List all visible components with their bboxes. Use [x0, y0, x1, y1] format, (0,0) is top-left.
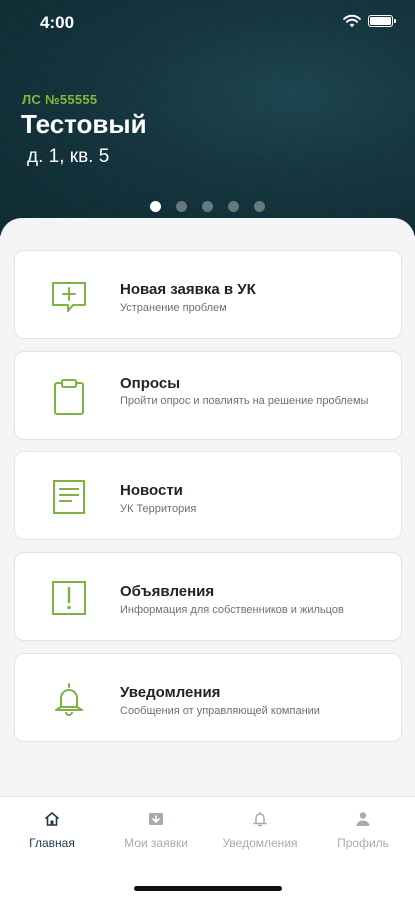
home-indicator[interactable]	[134, 886, 282, 891]
exclamation-icon	[52, 581, 86, 615]
person-icon	[356, 812, 370, 826]
clipboard-icon	[54, 379, 84, 415]
status-bar: 4:00	[0, 0, 415, 46]
header-banner: 4:00 ЛС №55555 Тестовый д. 1, кв. 5	[0, 0, 415, 236]
tab-label: Уведомления	[222, 836, 298, 850]
card-notifications[interactable]: Уведомления Сообщения от управляющей ком…	[14, 653, 402, 742]
page-dot[interactable]	[202, 201, 213, 212]
bell-icon	[253, 811, 267, 827]
new-request-icon	[52, 282, 86, 312]
page-indicator[interactable]	[150, 201, 265, 212]
account-number: ЛС №55555	[22, 92, 98, 107]
card-title: Новости	[120, 482, 183, 499]
card-new-request[interactable]: Новая заявка в УК Устранение проблем	[14, 250, 402, 339]
card-subtitle: Сообщения от управляющей компании	[120, 705, 320, 717]
document-icon	[53, 480, 85, 514]
resident-name: Тестовый	[21, 109, 147, 139]
card-title: Опросы	[120, 375, 181, 392]
bell-icon	[55, 683, 83, 716]
page-dot[interactable]	[254, 201, 265, 212]
card-subtitle: Пройти опрос и повлиять на решение пробл…	[120, 395, 369, 407]
tab-label: Профиль	[337, 836, 389, 850]
card-polls[interactable]: Опросы Пройти опрос и повлиять на решени…	[14, 351, 402, 440]
card-title: Уведомления	[120, 684, 221, 701]
battery-icon	[368, 15, 396, 27]
page-dot[interactable]	[150, 201, 161, 212]
status-time: 4:00	[40, 13, 75, 32]
requests-icon	[149, 813, 163, 825]
tab-label: Мои заявки	[124, 836, 188, 850]
tab-notifications[interactable]: Уведомления	[208, 811, 312, 850]
card-subtitle: Устранение проблем	[120, 302, 227, 314]
card-news[interactable]: Новости УК Территория	[14, 451, 402, 540]
page-dot[interactable]	[228, 201, 239, 212]
card-subtitle: Информация для собственников и жильцов	[120, 604, 344, 616]
card-title: Новая заявка в УК	[120, 281, 256, 298]
card-subtitle: УК Территория	[120, 503, 197, 515]
resident-address: д. 1, кв. 5	[27, 146, 110, 167]
page-dot[interactable]	[176, 201, 187, 212]
tab-my-requests[interactable]: Мои заявки	[104, 811, 208, 850]
wifi-icon	[343, 14, 361, 28]
card-title: Объявления	[120, 583, 215, 600]
tab-label: Главная	[29, 836, 75, 850]
tab-profile[interactable]: Профиль	[311, 811, 415, 850]
tab-bar: Главная Мои заявки Уведомления Профиль	[0, 796, 415, 900]
card-announcements[interactable]: Объявления Информация для собственников …	[14, 552, 402, 641]
tab-home[interactable]: Главная	[0, 811, 104, 850]
home-icon	[44, 812, 60, 826]
